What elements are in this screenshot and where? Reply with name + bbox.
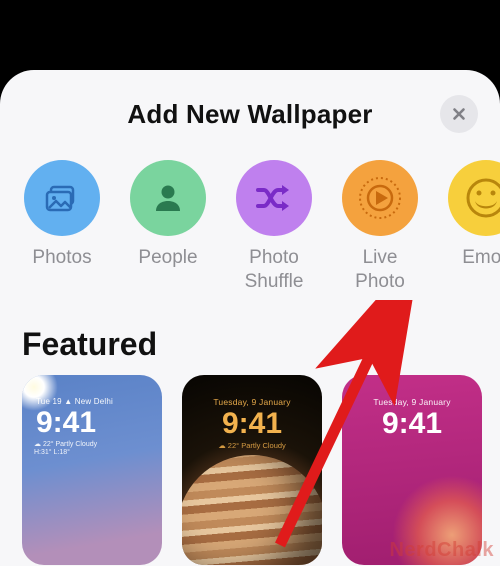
close-icon (450, 105, 468, 123)
add-wallpaper-sheet: Add New Wallpaper Photos (0, 70, 500, 566)
live-photo-icon (356, 174, 404, 222)
wallpaper-date: Tuesday, 9 January (342, 397, 482, 407)
sheet-header: Add New Wallpaper (0, 90, 500, 138)
wallpaper-date: Tuesday, 9 January (182, 397, 322, 407)
wallpaper-datetime: Tuesday, 9 January 9:41 (182, 397, 322, 439)
category-row[interactable]: Photos People Photo Shuffle (0, 138, 500, 294)
photos-icon (42, 178, 82, 218)
wallpaper-datetime: Tuesday, 9 January 9:41 (342, 397, 482, 439)
person-icon (148, 178, 188, 218)
category-circle (342, 160, 418, 236)
wallpaper-time: 9:41 (342, 409, 482, 439)
category-label: Photos (32, 246, 91, 270)
category-label: Emoji (462, 246, 500, 270)
category-circle (130, 160, 206, 236)
featured-wallpaper-weather[interactable]: Tue 19 ▲ New Delhi 9:41 ☁ 22° Partly Clo… (22, 375, 162, 565)
wallpaper-date: Tue 19 ▲ New Delhi (36, 397, 162, 406)
shuffle-icon (252, 176, 296, 220)
jupiter-graphic (182, 455, 322, 565)
close-button[interactable] (440, 95, 478, 133)
wallpaper-datetime: Tue 19 ▲ New Delhi 9:41 (22, 397, 162, 438)
category-emoji[interactable]: Emoji (446, 160, 500, 294)
category-circle (24, 160, 100, 236)
category-people[interactable]: People (128, 160, 208, 294)
wallpaper-weather: ☁ 22° Partly Cloudy (182, 441, 322, 450)
category-circle (236, 160, 312, 236)
category-label: Live Photo (340, 246, 420, 294)
flare-graphic (392, 475, 482, 565)
featured-wallpaper-color[interactable]: Tuesday, 9 January 9:41 (342, 375, 482, 565)
emoji-icon (464, 176, 500, 220)
category-circle (448, 160, 500, 236)
wallpaper-time: 9:41 (36, 408, 162, 438)
category-live-photo[interactable]: Live Photo (340, 160, 420, 294)
sheet-title: Add New Wallpaper (127, 99, 372, 130)
category-label: Photo Shuffle (234, 246, 314, 294)
featured-heading: Featured (0, 294, 500, 375)
wallpaper-weather: ☁ 22° Partly Cloudy H:31° L:18° (34, 441, 97, 459)
category-photo-shuffle[interactable]: Photo Shuffle (234, 160, 314, 294)
wallpaper-time: 9:41 (182, 409, 322, 439)
category-photos[interactable]: Photos (22, 160, 102, 294)
category-label: People (138, 246, 197, 270)
featured-row[interactable]: Tue 19 ▲ New Delhi 9:41 ☁ 22° Partly Clo… (0, 375, 500, 565)
featured-wallpaper-astronomy[interactable]: Tuesday, 9 January 9:41 ☁ 22° Partly Clo… (182, 375, 322, 565)
